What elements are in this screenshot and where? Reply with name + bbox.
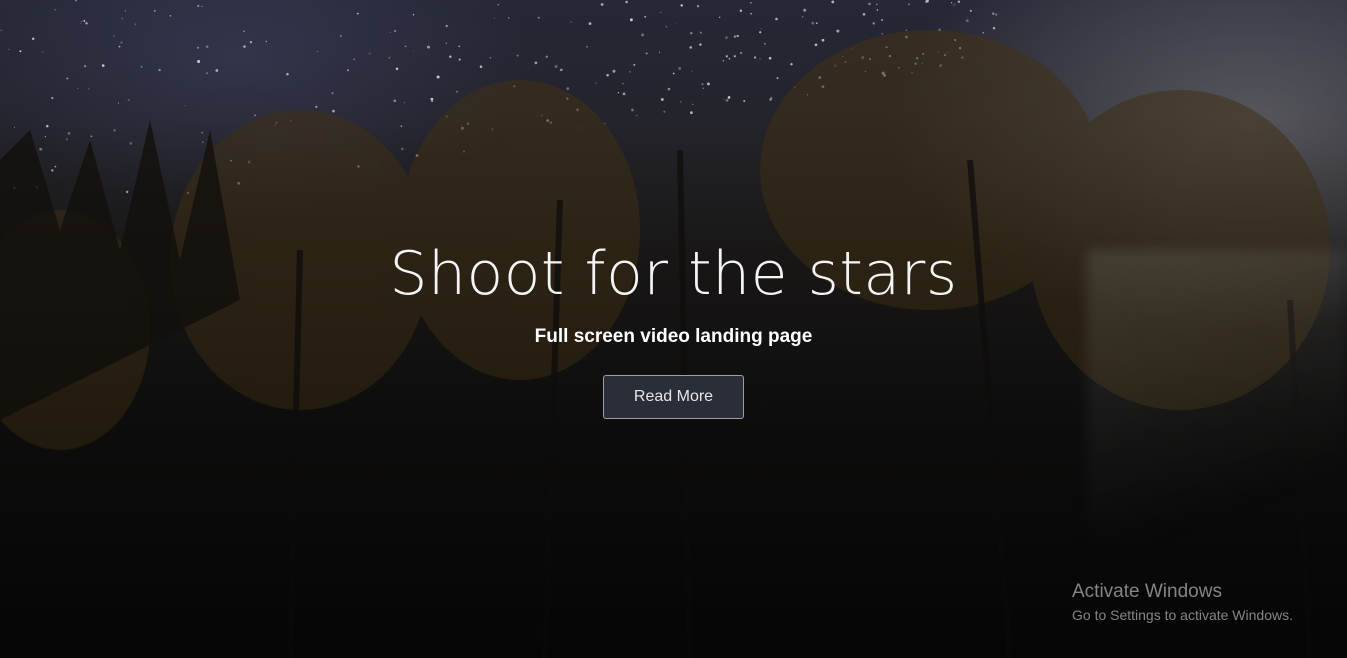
activate-windows-watermark: Activate Windows Go to Settings to activ… [1072, 580, 1293, 626]
hero-content: Shoot for the stars Full screen video la… [0, 236, 1347, 419]
video-background: Shoot for the stars Full screen video la… [0, 0, 1347, 658]
watermark-title: Activate Windows [1072, 581, 1222, 602]
hero-subtitle: Full screen video landing page [534, 326, 813, 347]
hero-title: Shoot for the stars [389, 239, 958, 309]
read-more-button[interactable]: Read More [603, 375, 744, 419]
watermark-subtitle: Go to Settings to activate Windows. [1072, 607, 1293, 623]
